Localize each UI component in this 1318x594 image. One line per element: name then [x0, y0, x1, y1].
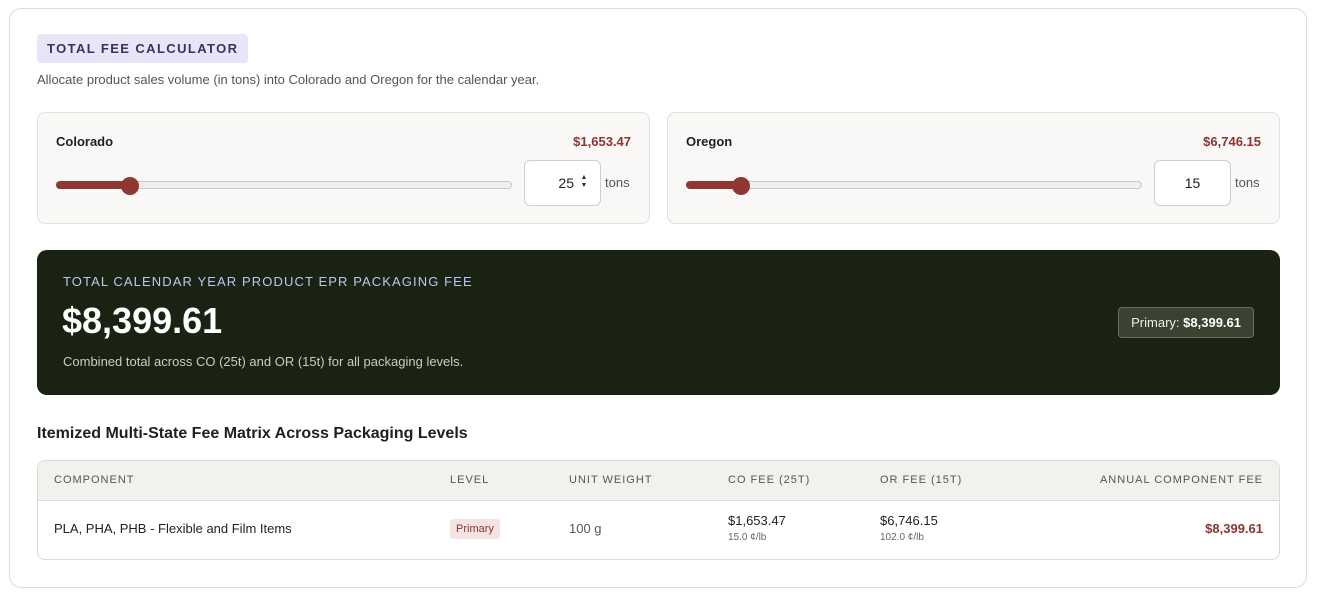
- column-header: LEVEL: [450, 474, 490, 486]
- oregon-slider[interactable]: [686, 177, 1142, 195]
- total-caption: Combined total across CO (25t) and OR (1…: [63, 354, 464, 369]
- colorado-tons-input[interactable]: 25 ▲ ▼: [524, 160, 601, 206]
- primary-total-badge: Primary: $8,399.61: [1118, 307, 1254, 338]
- component-cell: PLA, PHA, PHB - Flexible and Film Items: [54, 521, 292, 536]
- state-name: Oregon: [686, 134, 733, 149]
- fee-calculator-card: TOTAL FEE CALCULATOR Allocate product sa…: [9, 8, 1307, 588]
- unit-label: tons: [605, 175, 630, 190]
- matrix-title: Itemized Multi-State Fee Matrix Across P…: [37, 425, 468, 442]
- state-name: Colorado: [56, 134, 114, 149]
- badge-value: $8,399.61: [1183, 315, 1241, 330]
- calculator-badge: TOTAL FEE CALCULATOR: [37, 34, 249, 63]
- unit-label: tons: [1235, 175, 1260, 190]
- tons-value: 15: [1184, 175, 1201, 191]
- badge-prefix: Primary:: [1131, 315, 1180, 330]
- colorado-slider[interactable]: [56, 177, 512, 195]
- oregon-panel: Oregon $6,746.15 15 tons: [667, 112, 1280, 224]
- co-fee-value: $1,653.47: [728, 513, 786, 528]
- slider-thumb[interactable]: [120, 177, 139, 195]
- stepper-icon[interactable]: ▲ ▼: [579, 174, 589, 192]
- column-header: COMPONENT: [54, 474, 135, 486]
- or-rate: 102.0 ¢/lb: [880, 532, 924, 543]
- calculator-subtitle: Allocate product sales volume (in tons) …: [37, 72, 540, 87]
- or-fee-value: $6,746.15: [880, 513, 938, 528]
- unit-weight-cell: 100 g: [569, 521, 602, 536]
- co-rate: 15.0 ¢/lb: [728, 532, 767, 543]
- or-fee-cell: $6,746.15 102.0 ¢/lb: [880, 513, 938, 543]
- total-label: TOTAL CALENDAR YEAR PRODUCT EPR PACKAGIN…: [63, 274, 473, 289]
- total-fee-summary: TOTAL CALENDAR YEAR PRODUCT EPR PACKAGIN…: [37, 250, 1280, 395]
- column-header: OR FEE (15T): [880, 474, 963, 486]
- column-header: ANNUAL COMPONENT FEE: [1099, 474, 1263, 486]
- column-header: CO FEE (25T): [728, 474, 811, 486]
- oregon-tons-input[interactable]: 15: [1154, 160, 1231, 206]
- slider-thumb[interactable]: [732, 177, 751, 195]
- co-fee-cell: $1,653.47 15.0 ¢/lb: [728, 513, 786, 543]
- fee-matrix-table: COMPONENT LEVEL UNIT WEIGHT CO FEE (25T)…: [37, 460, 1280, 560]
- colorado-panel: Colorado $1,653.47 25 ▲ ▼ tons: [37, 112, 650, 224]
- column-header: UNIT WEIGHT: [569, 474, 653, 486]
- state-fee: $1,653.47: [573, 134, 631, 149]
- tons-value: 25: [558, 175, 574, 191]
- total-amount: $8,399.61: [62, 300, 223, 341]
- annual-fee-cell: $8,399.61: [1205, 521, 1263, 536]
- state-fee: $6,746.15: [1203, 134, 1261, 149]
- table-row: PLA, PHA, PHB - Flexible and Film Items …: [38, 501, 1279, 559]
- slider-fill: [56, 181, 129, 189]
- table-header: COMPONENT LEVEL UNIT WEIGHT CO FEE (25T)…: [38, 461, 1279, 501]
- level-badge: Primary: [450, 519, 500, 539]
